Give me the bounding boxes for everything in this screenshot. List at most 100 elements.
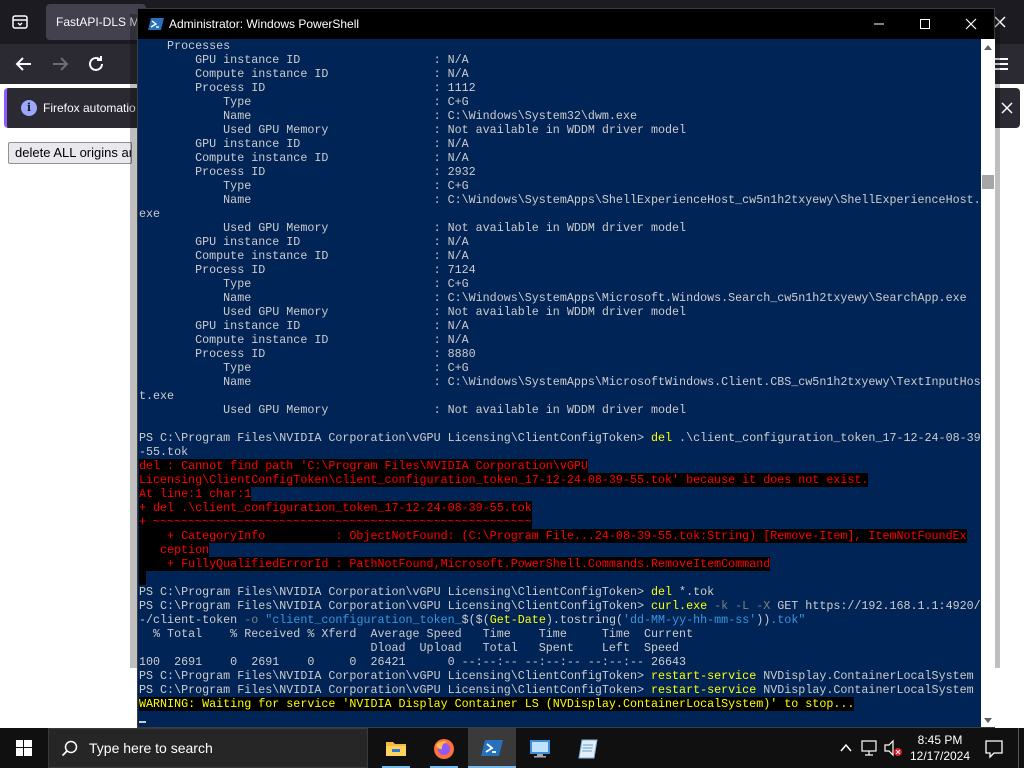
scroll-up-arrow-icon[interactable] (981, 41, 995, 53)
console-line: PS C:\Program Files\NVIDIA Corporation\v… (139, 599, 981, 613)
console-text-segment: Process ID : 8880 (139, 347, 476, 361)
search-placeholder: Type here to search (89, 740, 213, 756)
show-hidden-icons-chevron-icon[interactable] (836, 728, 856, 768)
console-line: WARNING: Waiting for service 'NVIDIA Dis… (139, 697, 981, 711)
console-line: GPU instance ID : N/A (139, 53, 981, 67)
console-line: Licensing\ClientConfigToken\client_confi… (139, 473, 981, 487)
console-line: Dload Upload Total Spent Left Speed (139, 641, 981, 655)
console-text-segment: Compute instance ID : N/A (139, 67, 469, 81)
console-line (139, 571, 981, 585)
console-line: Process ID : 8880 (139, 347, 981, 361)
console-text-segment: Processes (139, 39, 231, 53)
console-text-segment: Get-Date (489, 613, 546, 627)
remote-desktop-icon (530, 740, 550, 758)
console-text-segment: + CategoryInfo : ObjectNotFound: (C:\Pro… (139, 529, 967, 543)
console-text-segment: Used GPU Memory : Not available in WDDM … (139, 221, 687, 235)
close-button[interactable] (948, 9, 994, 39)
console-line: Used GPU Memory : Not available in WDDM … (139, 123, 981, 137)
console-text-segment: + ~~~~~~~~~~~~~~~~~~~~~~~~~~~~~~~~~~~~~~… (139, 515, 532, 529)
taskbar-search-box[interactable]: Type here to search (48, 728, 368, 768)
console-line: -55.tok (139, 445, 981, 459)
maximize-button[interactable] (902, 9, 948, 39)
close-icon[interactable] (997, 98, 1017, 118)
network-icon[interactable] (858, 728, 882, 768)
firefox-taskbar-button[interactable] (420, 728, 468, 768)
console-line: Used GPU Memory : Not available in WDDM … (139, 305, 981, 319)
console-line: GPU instance ID : N/A (139, 235, 981, 249)
console-text-segment: del : Cannot find path 'C:\Program Files… (139, 459, 588, 473)
console-text-segment: Process ID : 2932 (139, 165, 476, 179)
console-text-segment: restart-service (651, 669, 757, 683)
minimize-button[interactable] (856, 9, 902, 39)
console-text-segment: PS C:\Program Files\NVIDIA Corporation\v… (139, 599, 651, 613)
volume-muted-icon[interactable] (882, 728, 904, 768)
powershell-taskbar-button[interactable] (468, 728, 516, 768)
console-line: Type : C+G (139, 95, 981, 109)
console-text-segment: PS C:\Program Files\NVIDIA Corporation\v… (139, 585, 651, 599)
console-text-segment: 100 2691 0 2691 0 0 26421 0 --:--:-- --:… (139, 655, 687, 669)
console-text-segment (139, 571, 147, 585)
delete-all-origins-button[interactable]: delete ALL origins ar (8, 142, 132, 164)
console-line: At line:1 char:1 (139, 487, 981, 501)
console-line: Compute instance ID : N/A (139, 67, 981, 81)
console-text-segment: curl.exe (651, 599, 708, 613)
list-all-tabs-icon[interactable] (8, 10, 32, 34)
console-output[interactable]: Processes GPU instance ID : N/A Compute … (138, 39, 981, 727)
console-text-segment: "client_configuration_token_ (265, 613, 462, 627)
console-line: Type : C+G (139, 277, 981, 291)
console-line: Name : C:\Windows\System32\dwm.exe (139, 109, 981, 123)
text-cursor (139, 721, 146, 723)
console-text-segment: GPU instance ID : N/A (139, 235, 469, 249)
console-line: Name : C:\Windows\SystemApps\ShellExperi… (139, 193, 981, 207)
notepad-taskbar-button[interactable] (564, 728, 612, 768)
console-text-segment: 'dd-MM-yy-hh-mm-ss' (622, 613, 757, 627)
console-text-segment: .tok" (770, 613, 806, 627)
system-clock[interactable]: 8:45 PM 12/17/2024 (904, 728, 976, 768)
console-text-segment: Dload Upload Total Spent Left Speed (139, 641, 680, 655)
clock-date: 12/17/2024 (909, 749, 971, 763)
console-cursor-line (139, 711, 981, 725)
scroll-down-arrow-icon[interactable] (981, 713, 995, 725)
scrollbar-thumb[interactable] (982, 175, 994, 189)
folder-icon (386, 742, 406, 756)
console-line: + FullyQualifiedErrorId : PathNotFound,M… (139, 557, 981, 571)
console-text-segment: *.tok (672, 585, 715, 599)
console-text-segment: GPU instance ID : N/A (139, 137, 469, 151)
console-text-segment: Licensing\ClientConfigToken\client_confi… (139, 473, 869, 487)
action-center-button[interactable] (976, 728, 1012, 768)
console-text-segment: PS C:\Program Files\NVIDIA Corporation\v… (139, 431, 651, 445)
console-text-segment: t.exe (139, 389, 175, 403)
console-text-segment: At line:1 char:1 (139, 487, 252, 501)
console-text-segment: PS C:\Program Files\NVIDIA Corporation\v… (139, 669, 651, 683)
console-line: Process ID : 2932 (139, 165, 981, 179)
show-desktop-button[interactable] (1018, 728, 1024, 768)
console-text-segment: % Total % Received % Xferd Average Speed… (139, 627, 694, 641)
notepad-icon (578, 739, 598, 759)
console-text-segment: -o (244, 613, 259, 627)
start-button[interactable] (0, 728, 48, 768)
console-line: PS C:\Program Files\NVIDIA Corporation\v… (139, 431, 981, 445)
console-text-segment: Type : C+G (139, 95, 469, 109)
forward-arrow-icon[interactable] (48, 52, 72, 76)
console-text-segment: Type : C+G (139, 179, 469, 193)
console-text-segment: Type : C+G (139, 277, 469, 291)
powershell-icon (481, 740, 503, 756)
title-bar[interactable]: Administrator: Windows PowerShell (138, 9, 994, 39)
console-text-segment: del (651, 585, 673, 599)
console-text-segment: Name : C:\Windows\SystemApps\ShellExperi… (139, 193, 981, 207)
console-text-segment: -55.tok (139, 445, 189, 459)
console-line: Process ID : 7124 (139, 263, 981, 277)
file-explorer-taskbar-button[interactable] (372, 728, 420, 768)
remote-desktop-taskbar-button[interactable] (516, 728, 564, 768)
console-text-segment: Name : C:\Windows\SystemApps\Microsoft.W… (139, 291, 967, 305)
console-text-segment: + FullyQualifiedErrorId : PathNotFound,M… (139, 557, 771, 571)
console-line: PS C:\Program Files\NVIDIA Corporation\v… (139, 669, 981, 683)
vertical-scrollbar[interactable] (981, 39, 995, 727)
console-line: PS C:\Program Files\NVIDIA Corporation\v… (139, 683, 981, 697)
reload-icon[interactable] (84, 52, 108, 76)
console-text-segment: Used GPU Memory : Not available in WDDM … (139, 403, 687, 417)
back-arrow-icon[interactable] (12, 52, 36, 76)
powershell-window[interactable]: Administrator: Windows PowerShell Proces… (137, 8, 995, 728)
console-text-segment: Used GPU Memory : Not available in WDDM … (139, 123, 687, 137)
